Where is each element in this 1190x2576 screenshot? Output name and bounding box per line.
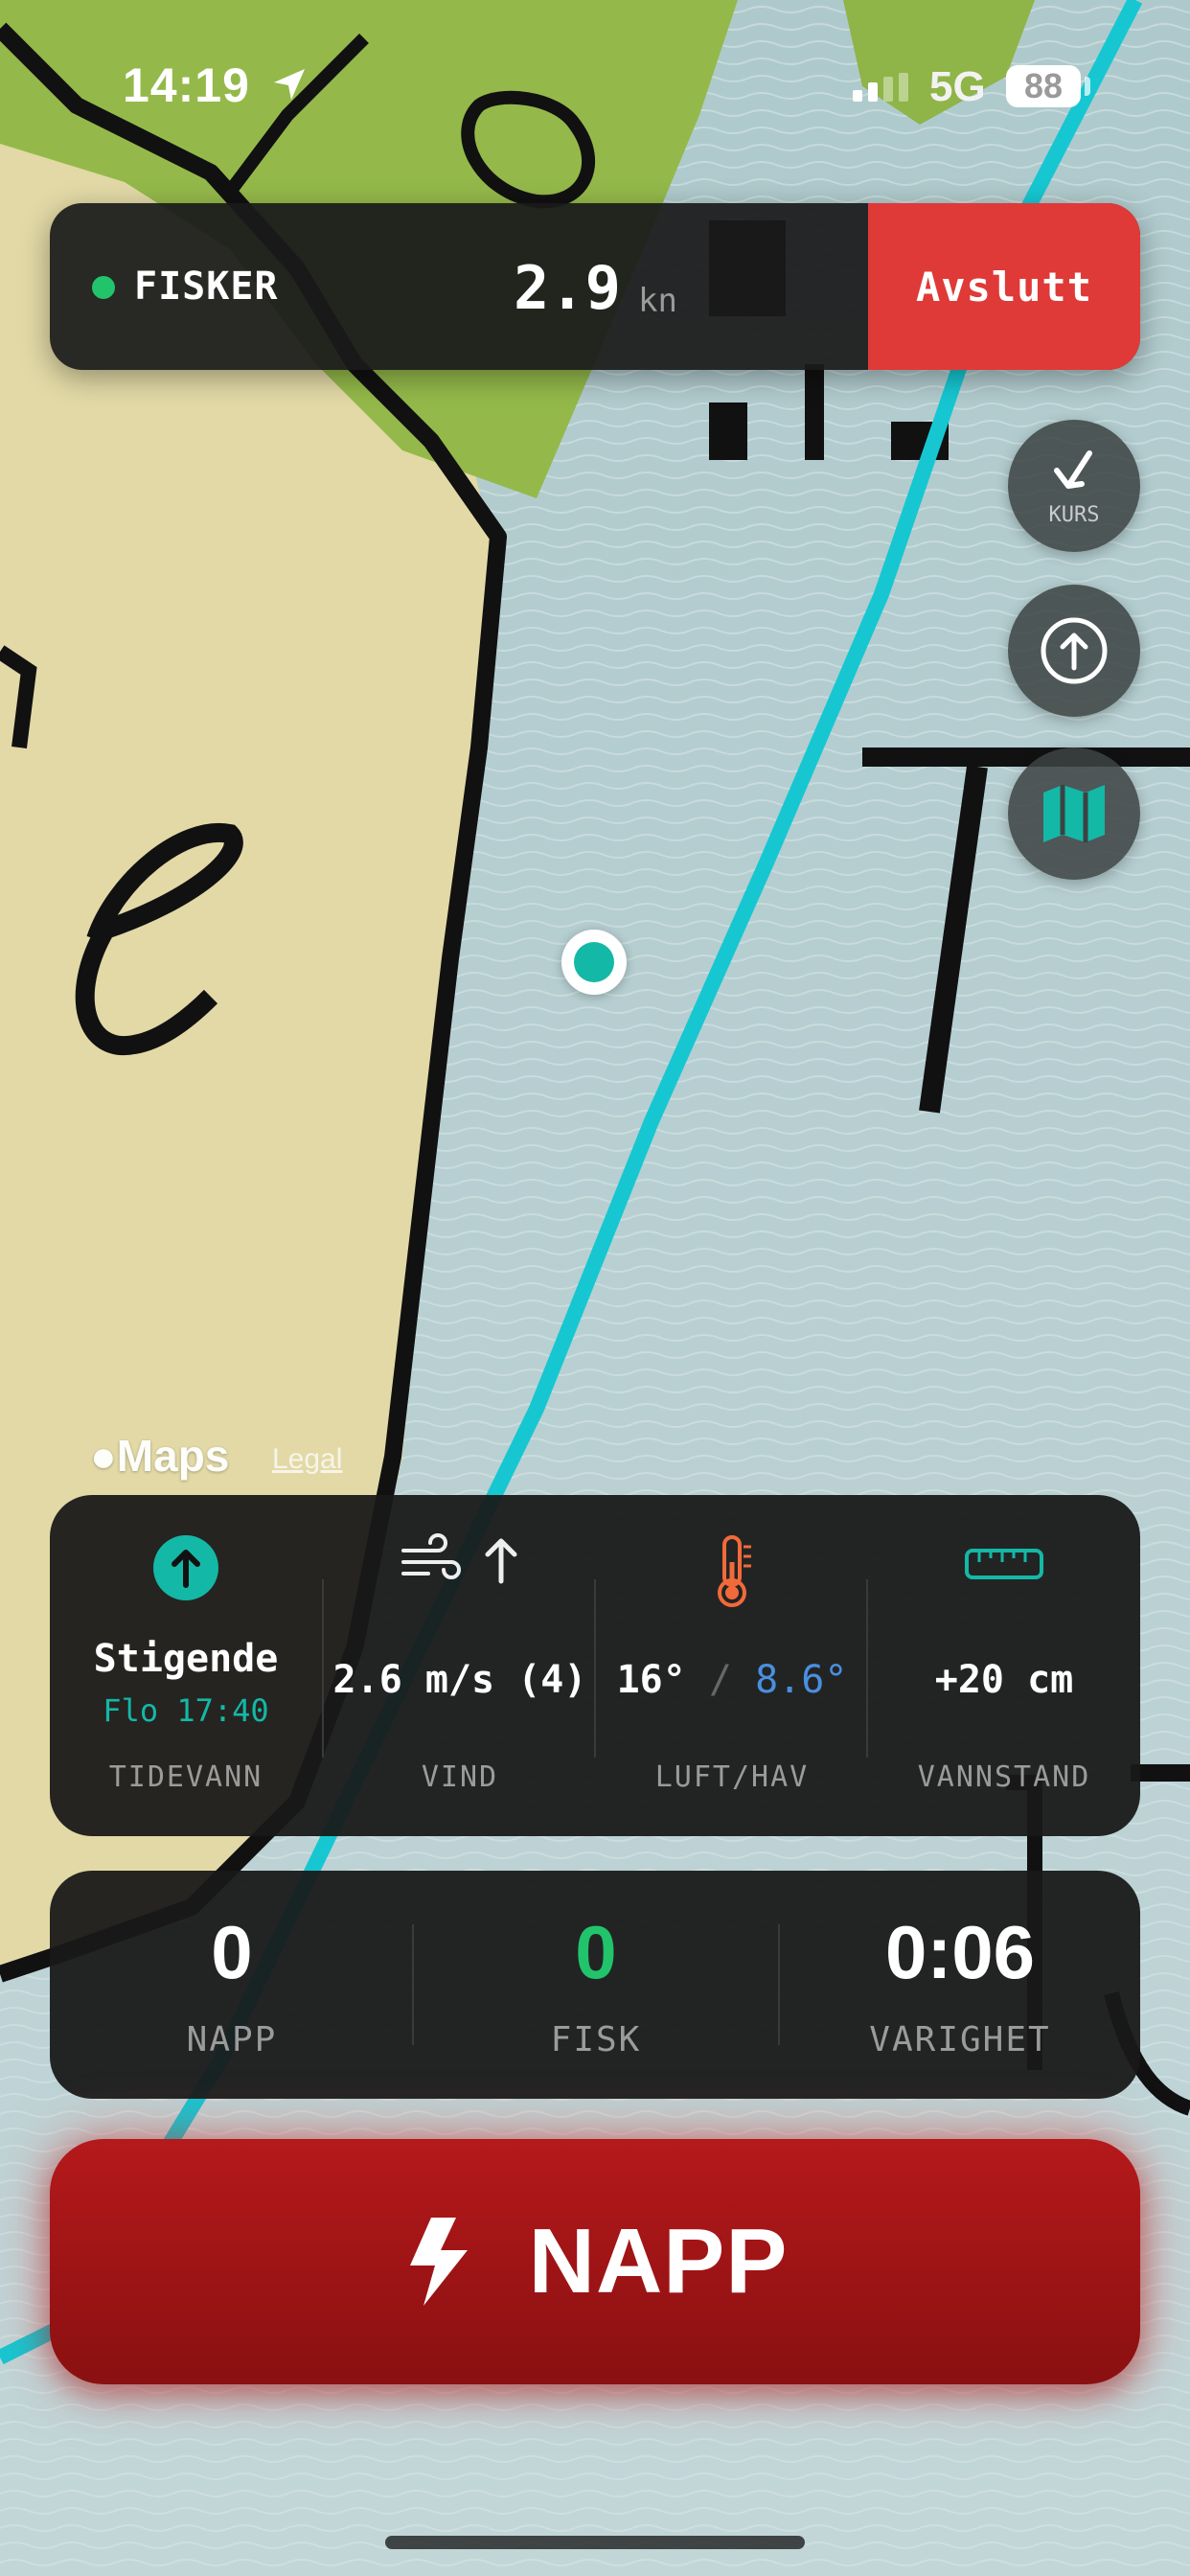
wind-direction-arrow-icon bbox=[485, 1538, 517, 1584]
signal-icon bbox=[853, 73, 908, 102]
location-arrow-icon bbox=[274, 69, 305, 100]
map-icon bbox=[1043, 785, 1105, 842]
bites-label: NAPP bbox=[186, 2020, 278, 2059]
map-layers-button[interactable] bbox=[1008, 748, 1140, 880]
apple-logo-icon: ● bbox=[90, 1431, 117, 1481]
stat-bites: 0 NAPP bbox=[50, 1871, 414, 2099]
thermometer-icon bbox=[718, 1535, 751, 1607]
tide-rising-icon bbox=[153, 1535, 218, 1600]
tide-cell: Stigende Flo 17:40 TIDEVANN bbox=[50, 1495, 322, 1836]
speed-unit: kn bbox=[638, 282, 677, 320]
network-type: 5G bbox=[929, 63, 986, 110]
water-level-label: VANNSTAND bbox=[917, 1760, 1091, 1794]
maps-brand: Maps bbox=[116, 1431, 230, 1481]
user-location-marker bbox=[561, 930, 627, 995]
course-arrow-icon bbox=[1054, 449, 1092, 489]
session-status-label: FISKER bbox=[134, 264, 279, 309]
temp-label: LUFT/HAV bbox=[654, 1760, 810, 1794]
north-up-icon bbox=[1041, 617, 1108, 684]
fish-label: FISK bbox=[550, 2020, 642, 2059]
end-session-button[interactable]: Avslutt bbox=[868, 203, 1140, 370]
wind-cell: 2.6 m/s (4) VIND bbox=[324, 1495, 596, 1836]
water-level-value: +20 cm bbox=[934, 1658, 1074, 1702]
temp-separator: / bbox=[708, 1658, 732, 1702]
wind-label: VIND bbox=[421, 1760, 499, 1794]
temp-cell: 16° / 8.6° LUFT/HAV bbox=[596, 1495, 868, 1836]
status-time: 14:19 bbox=[123, 58, 250, 112]
battery-icon: 88 bbox=[1006, 65, 1081, 107]
status-bar: 14:19 5G 88 bbox=[0, 0, 1190, 172]
duration-label: VARIGHET bbox=[869, 2020, 1051, 2059]
home-indicator[interactable] bbox=[385, 2536, 805, 2549]
wind-icon bbox=[401, 1533, 461, 1579]
maps-legal-link[interactable]: Legal bbox=[272, 1443, 342, 1476]
ruler-icon bbox=[965, 1549, 1043, 1579]
tide-label: TIDEVANN bbox=[108, 1760, 263, 1794]
tide-value: Stigende bbox=[93, 1637, 279, 1681]
napp-button[interactable]: NAPP bbox=[50, 2139, 1140, 2384]
sea-temp: 8.6° bbox=[755, 1658, 848, 1702]
stats-panel: 0 NAPP 0 FISK 0:06 VARIGHET bbox=[50, 1871, 1140, 2099]
napp-label: NAPP bbox=[528, 2210, 789, 2312]
recenter-button[interactable] bbox=[1008, 585, 1140, 717]
water-level-cell: +20 cm VANNSTAND bbox=[868, 1495, 1140, 1836]
course-label: KURS bbox=[1048, 502, 1100, 527]
course-button[interactable]: KURS bbox=[1008, 420, 1140, 552]
speed-value: 2.9 bbox=[514, 253, 621, 323]
bites-count: 0 bbox=[211, 1910, 253, 1994]
air-temp: 16° bbox=[616, 1658, 686, 1702]
fish-count: 0 bbox=[575, 1910, 617, 1994]
status-dot-icon bbox=[92, 276, 115, 299]
tide-next: Flo 17:40 bbox=[103, 1692, 269, 1729]
wind-value: 2.6 m/s (4) bbox=[332, 1658, 587, 1702]
duration-value: 0:06 bbox=[884, 1910, 1036, 1994]
maps-logo: ●Maps bbox=[90, 1430, 229, 1482]
battery-tip bbox=[1085, 77, 1090, 96]
session-bar: FISKER 2.9 kn Avslutt bbox=[50, 203, 1140, 370]
stat-duration: 0:06 VARIGHET bbox=[778, 1871, 1142, 2099]
conditions-panel: Stigende Flo 17:40 TIDEVANN 2.6 m/s (4) … bbox=[50, 1495, 1140, 1836]
stat-fish: 0 FISK bbox=[414, 1871, 778, 2099]
lightning-bolt-icon bbox=[409, 2218, 468, 2306]
